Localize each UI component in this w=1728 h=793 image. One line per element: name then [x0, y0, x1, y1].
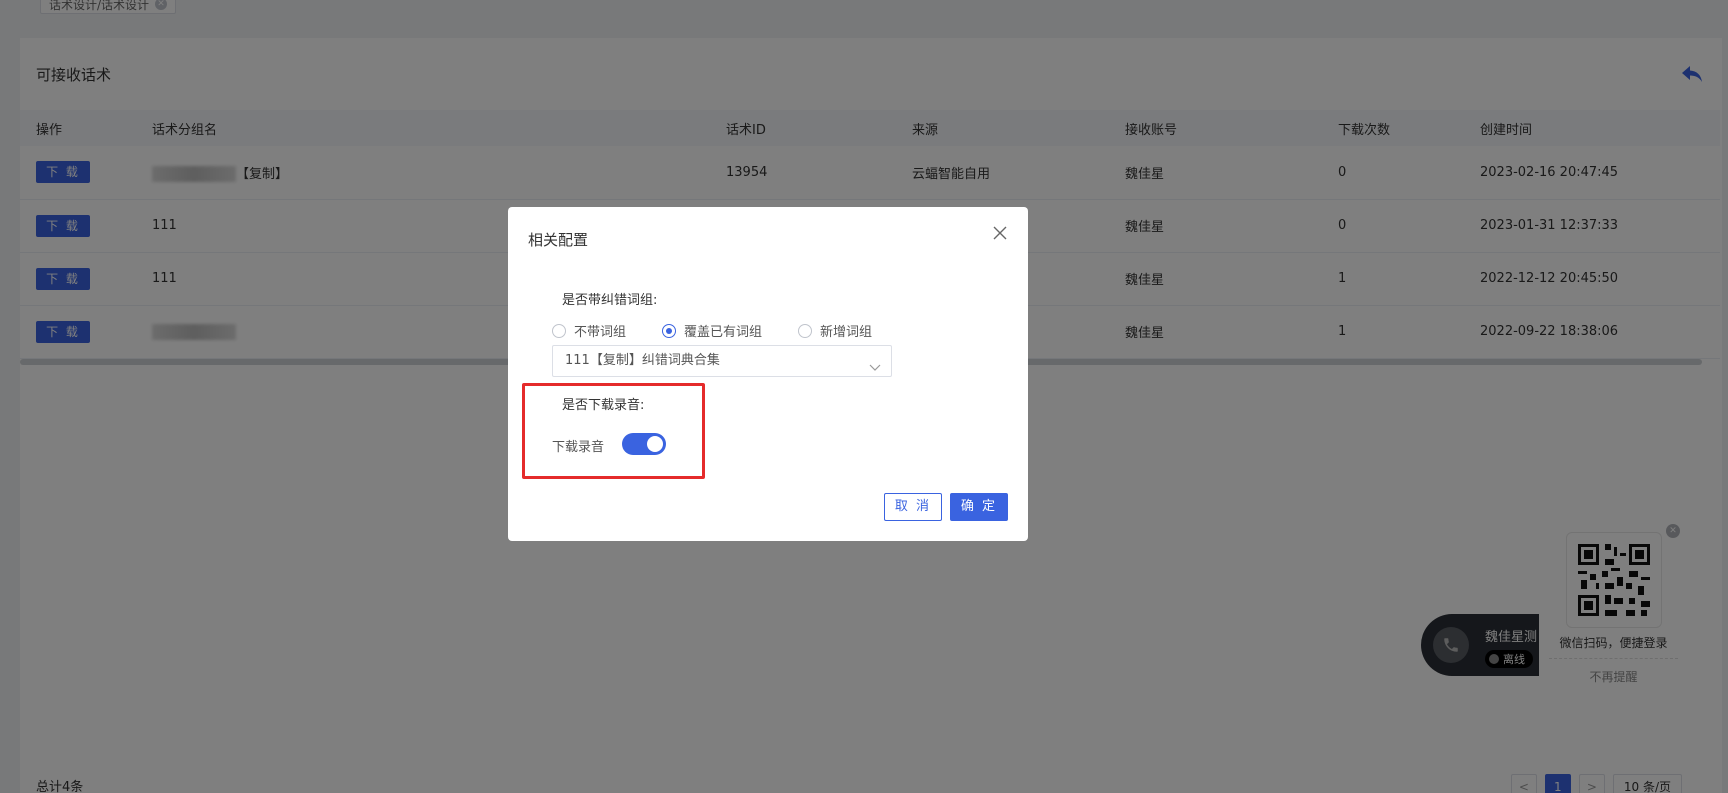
radio-no-group[interactable]: 不带词组 — [552, 321, 626, 340]
chevron-down-icon — [869, 355, 881, 371]
radio-label: 覆盖已有词组 — [684, 325, 763, 340]
correction-radio-group: 不带词组 覆盖已有词组 新增词组 — [552, 321, 908, 340]
radio-new-group[interactable]: 新增词组 — [798, 321, 872, 340]
select-value: 111【复制】纠错词典合集 — [565, 353, 720, 368]
radio-icon[interactable] — [552, 323, 566, 338]
radio-label: 不带词组 — [574, 325, 627, 340]
close-icon[interactable] — [992, 225, 1008, 241]
radio-label: 新增词组 — [820, 325, 873, 340]
download-recording-label: 是否下载录音: — [562, 398, 645, 413]
toggle-knob — [647, 436, 663, 452]
cancel-button[interactable]: 取 消 — [884, 493, 942, 521]
dictionary-select[interactable]: 111【复制】纠错词典合集 — [552, 345, 892, 377]
dialog-title: 相关配置 — [528, 231, 589, 249]
download-recording-toggle[interactable] — [622, 433, 666, 455]
switch-label: 下载录音 — [552, 440, 605, 455]
config-dialog: 相关配置 是否带纠错词组: 不带词组 覆盖已有词组 新增词组 111【复制】纠错… — [508, 207, 1028, 541]
correction-group-label: 是否带纠错词组: — [562, 293, 658, 308]
radio-checked-icon[interactable] — [662, 323, 677, 338]
radio-icon[interactable] — [798, 323, 813, 338]
radio-overwrite-group[interactable]: 覆盖已有词组 — [662, 321, 762, 340]
confirm-button[interactable]: 确 定 — [950, 493, 1008, 521]
